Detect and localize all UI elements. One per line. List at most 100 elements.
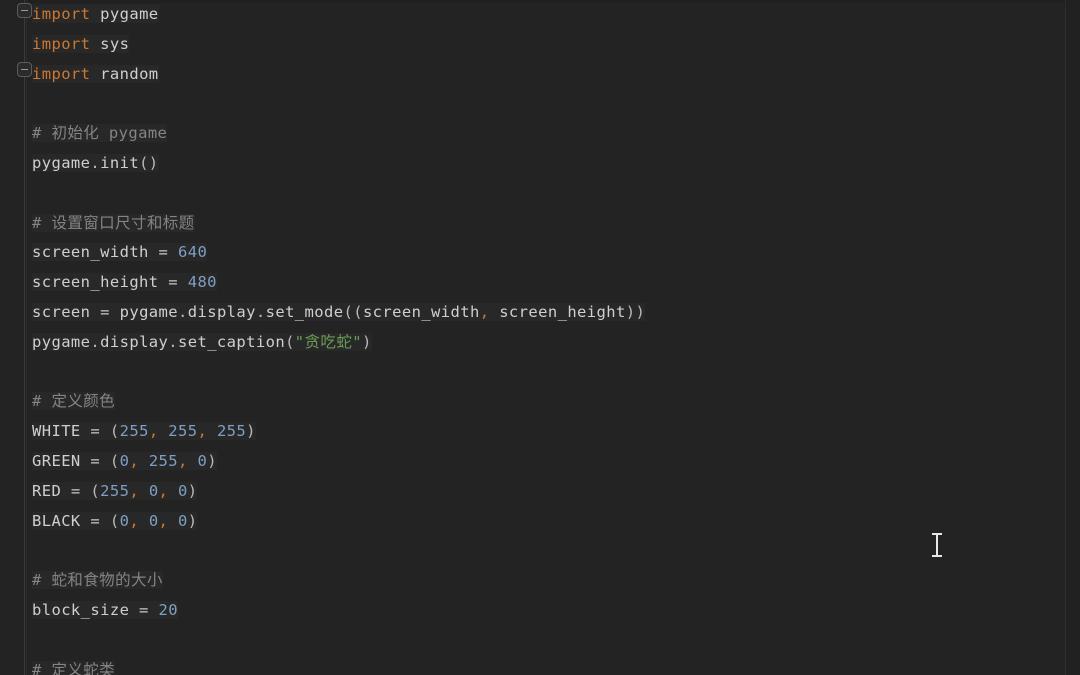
line-content: pygame.init() bbox=[32, 154, 159, 172]
token-punct: . bbox=[178, 303, 188, 321]
line-content: pygame.display.set_caption("贪吃蛇") bbox=[32, 332, 372, 351]
token-ident: screen_width bbox=[362, 303, 480, 321]
token-ident: screen_height bbox=[499, 303, 626, 321]
token-punct: . bbox=[255, 303, 266, 321]
token-comma: , bbox=[129, 511, 140, 530]
code-line[interactable]: block_size = 20 bbox=[32, 596, 178, 626]
token-ident: pygame bbox=[32, 154, 91, 172]
token-num: 640 bbox=[178, 243, 208, 262]
mouse-ibeam-cursor bbox=[932, 532, 943, 558]
code-line[interactable]: # 蛇和食物的大小 bbox=[32, 566, 163, 596]
token-comma: , bbox=[129, 452, 140, 470]
code-line[interactable] bbox=[32, 626, 42, 656]
code-line[interactable]: screen = pygame.display.set_mode((screen… bbox=[32, 298, 646, 328]
code-line[interactable]: import pygame bbox=[32, 0, 159, 30]
line-content: WHITE = (255, 255, 255) bbox=[32, 422, 256, 441]
token-op: = bbox=[80, 511, 110, 530]
line-content: # 蛇和食物的大小 bbox=[32, 571, 163, 590]
line-content: # 定义蛇类 bbox=[32, 660, 116, 675]
code-line[interactable]: BLACK = (0, 0, 0) bbox=[32, 507, 198, 537]
line-content: import pygame bbox=[32, 5, 159, 23]
token-comma: , bbox=[197, 422, 208, 441]
token-op: = bbox=[148, 243, 178, 262]
line-content: # 初始化 pygame bbox=[32, 124, 168, 143]
code-line[interactable]: # 设置窗口尺寸和标题 bbox=[32, 209, 195, 239]
token-ident: screen_height bbox=[32, 273, 159, 292]
token-num: 255 bbox=[148, 452, 179, 470]
code-line[interactable]: # 初始化 pygame bbox=[32, 119, 168, 149]
token-punct: ( bbox=[109, 452, 120, 470]
code-line[interactable]: import random bbox=[32, 60, 159, 90]
token-punct: ( bbox=[109, 422, 120, 441]
line-content: block_size = 20 bbox=[32, 601, 178, 619]
token-op: = bbox=[80, 422, 110, 441]
token-ident: sys bbox=[100, 34, 130, 53]
line-content: # 定义颜色 bbox=[32, 392, 116, 411]
token-punct: ) bbox=[187, 511, 198, 530]
token-ident: pygame bbox=[32, 332, 91, 351]
line-content: screen_height = 480 bbox=[32, 273, 217, 292]
ibeam-bottom-serif bbox=[932, 555, 942, 557]
token-kw: import bbox=[32, 5, 91, 23]
line-content: screen = pygame.display.set_mode((screen… bbox=[32, 303, 646, 321]
token-num: 255 bbox=[119, 422, 149, 441]
token-ident: screen_width bbox=[32, 243, 149, 262]
token-op: = bbox=[80, 452, 110, 470]
token-ident: block_size bbox=[32, 601, 130, 619]
token-num: 255 bbox=[100, 481, 130, 500]
token-op: = bbox=[158, 273, 188, 292]
ibeam-stem bbox=[936, 534, 938, 556]
line-content: import random bbox=[32, 64, 159, 83]
code-line[interactable]: RED = (255, 0, 0) bbox=[32, 477, 198, 507]
code-line[interactable]: import sys bbox=[32, 30, 130, 60]
token-num: 0 bbox=[119, 452, 130, 470]
code-line[interactable]: pygame.display.set_caption("贪吃蛇") bbox=[32, 328, 372, 358]
token-punct: . bbox=[168, 332, 178, 351]
token-ident: screen bbox=[32, 303, 91, 321]
token-ident: WHITE bbox=[32, 422, 81, 441]
code-line[interactable] bbox=[32, 89, 42, 119]
token-kw: import bbox=[32, 34, 91, 53]
code-line[interactable]: GREEN = (0, 255, 0) bbox=[32, 447, 217, 477]
token-kw: import bbox=[32, 64, 91, 83]
token-comment: # 蛇和食物的大小 bbox=[32, 571, 163, 590]
token-comment: # 设置窗口尺寸和标题 bbox=[32, 213, 195, 232]
token-ident: init bbox=[100, 154, 140, 172]
code-line[interactable] bbox=[32, 536, 42, 566]
code-line[interactable] bbox=[32, 358, 42, 388]
token-ident: pygame bbox=[119, 303, 179, 321]
token-op: = bbox=[129, 601, 159, 619]
token-ident: display bbox=[187, 303, 256, 321]
token-punct: . bbox=[90, 154, 101, 172]
token-num: 255 bbox=[168, 422, 198, 441]
code-line[interactable]: screen_width = 640 bbox=[32, 238, 208, 268]
code-line[interactable]: # 定义蛇类 bbox=[32, 656, 116, 675]
token-comment: # 初始化 pygame bbox=[32, 124, 168, 143]
code-editor[interactable]: import pygame import sys import random # 初… bbox=[0, 0, 1080, 675]
code-line[interactable]: WHITE = (255, 255, 255) bbox=[32, 417, 256, 447]
token-comma: , bbox=[158, 481, 169, 500]
code-line[interactable]: # 定义颜色 bbox=[32, 387, 116, 417]
token-num: 0 bbox=[178, 481, 188, 500]
line-content: RED = (255, 0, 0) bbox=[32, 481, 198, 500]
token-comma: , bbox=[129, 481, 140, 500]
code-text-area[interactable]: import pygame import sys import random # 初… bbox=[0, 0, 1065, 675]
token-ident: RED bbox=[32, 481, 62, 500]
token-punct: ) bbox=[187, 481, 198, 500]
code-line[interactable] bbox=[32, 179, 42, 209]
token-ident: GREEN bbox=[32, 452, 81, 470]
token-comment: # 定义颜色 bbox=[32, 392, 116, 411]
token-ident: set_caption bbox=[178, 332, 286, 351]
code-line[interactable]: screen_height = 480 bbox=[32, 268, 217, 298]
token-num: 480 bbox=[187, 273, 217, 292]
right-panel-strip[interactable] bbox=[1066, 0, 1080, 675]
code-line[interactable]: pygame.init() bbox=[32, 149, 159, 179]
